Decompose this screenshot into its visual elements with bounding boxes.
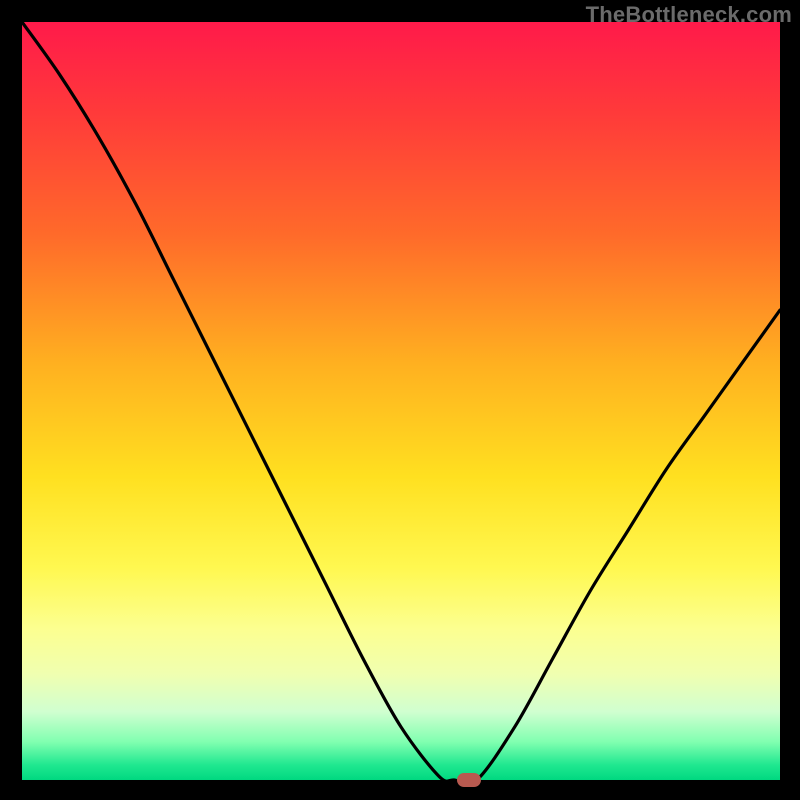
watermark-text: TheBottleneck.com xyxy=(586,2,792,28)
optimal-marker xyxy=(457,773,481,787)
chart-frame: TheBottleneck.com xyxy=(0,0,800,800)
curve-path xyxy=(22,22,780,780)
bottleneck-curve xyxy=(22,22,780,780)
plot-area xyxy=(22,22,780,780)
